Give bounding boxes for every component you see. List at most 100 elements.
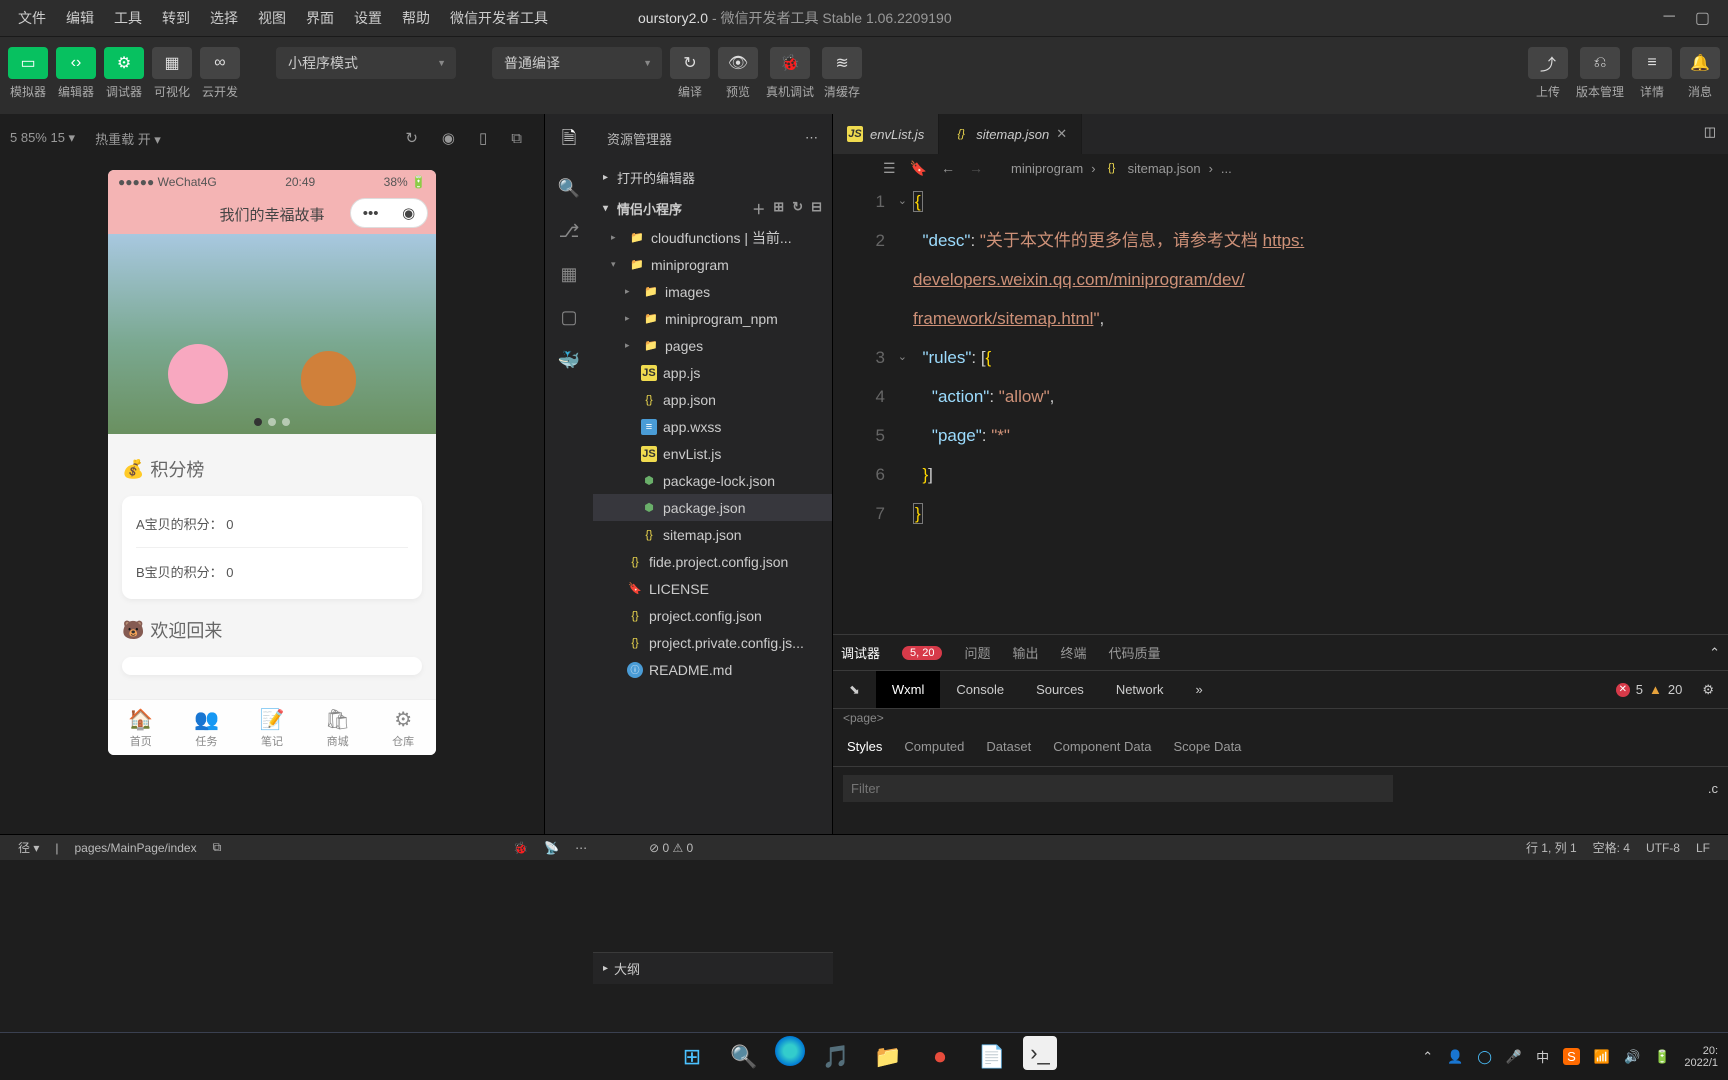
start-button[interactable]: ⊞ — [671, 1036, 713, 1078]
new-file-icon[interactable]: ＋ — [752, 199, 765, 218]
radio-icon[interactable]: 📡 — [544, 841, 559, 855]
tray-sogou[interactable]: S — [1563, 1048, 1580, 1065]
copy-icon[interactable]: ⧉ — [213, 840, 222, 855]
crumb-file[interactable]: sitemap.json — [1128, 161, 1201, 176]
search-icon[interactable]: 🔍 — [558, 178, 580, 199]
tab-envlist[interactable]: JSenvList.js — [833, 114, 939, 154]
version-button[interactable]: ⎌版本管理 — [1576, 47, 1624, 100]
stop-icon[interactable]: ◉ — [442, 129, 455, 147]
tray-cortana[interactable]: ◯ — [1477, 1049, 1492, 1065]
status-path[interactable]: pages/MainPage/index — [74, 841, 196, 855]
compile-button[interactable]: ↻编译 — [670, 47, 710, 100]
menu-wxdevtools[interactable]: 微信开发者工具 — [440, 8, 558, 28]
record-app[interactable]: ⏺ — [919, 1036, 961, 1078]
docker-icon[interactable]: 🐳 — [558, 350, 580, 371]
crumb-more[interactable]: ... — [1221, 161, 1232, 176]
tree-item[interactable]: ▸📁pages — [593, 332, 832, 359]
hot-reload[interactable]: 热重载 开 ▾ — [95, 129, 161, 148]
tray-battery[interactable]: 🔋 — [1654, 1049, 1670, 1065]
tab-home[interactable]: 🏠首页 — [108, 700, 174, 755]
tree-item[interactable]: ▾📁miniprogram — [593, 251, 832, 278]
project-section[interactable]: ▾情侣小程序 ＋⊞↻⊟ — [593, 193, 832, 224]
code-content[interactable]: { "desc": "关于本文件的更多信息，请参考文档 https: devel… — [913, 182, 1728, 634]
open-editors-section[interactable]: ▸打开的编辑器 — [593, 162, 832, 193]
styles-filter[interactable] — [843, 775, 1393, 802]
terminal-app[interactable]: ›_ — [1023, 1036, 1057, 1070]
subtab-network[interactable]: Network — [1100, 671, 1180, 708]
tree-item[interactable]: ▸📁cloudfunctions | 当前... — [593, 224, 832, 251]
search-app[interactable]: 🔍 — [723, 1036, 765, 1078]
clear-cache-button[interactable]: ≋清缓存 — [822, 47, 862, 100]
status-path-pre[interactable]: 径 ▾ — [18, 839, 39, 856]
tree-item[interactable]: ⬢package-lock.json — [593, 467, 832, 494]
banner-image[interactable] — [108, 234, 436, 434]
subtab-sources[interactable]: Sources — [1020, 671, 1100, 708]
collapse-icon[interactable]: ⊟ — [811, 199, 822, 218]
edge-app[interactable] — [775, 1036, 805, 1066]
devtab-terminal[interactable]: 终端 — [1061, 643, 1087, 662]
tree-item[interactable]: {}app.json — [593, 386, 832, 413]
devtab-problems[interactable]: 问题 — [964, 643, 990, 662]
menu-file[interactable]: 文件 — [8, 8, 56, 28]
minimize-icon[interactable]: ─ — [1664, 8, 1675, 28]
menu-view[interactable]: 视图 — [248, 8, 296, 28]
tab-shop[interactable]: 🛍商城 — [305, 700, 371, 755]
tab-sitemap[interactable]: {}sitemap.json✕ — [939, 114, 1082, 154]
tree-item[interactable]: ▸📁miniprogram_npm — [593, 305, 832, 332]
scopedata-tab[interactable]: Scope Data — [1173, 739, 1241, 754]
chevron-up-icon[interactable]: ⌃ — [1709, 645, 1720, 661]
more-icon[interactable]: ⋯ — [575, 841, 587, 855]
extensions-icon[interactable]: ▦ — [560, 264, 577, 285]
tab-notes[interactable]: 📝笔记 — [239, 700, 305, 755]
tray-clock[interactable]: 20:2022/1 — [1684, 1045, 1718, 1069]
tray-wifi[interactable]: 📶 — [1594, 1049, 1610, 1065]
subtab-more[interactable]: » — [1180, 671, 1219, 708]
editor-button[interactable]: ‹›编辑器 — [56, 47, 96, 100]
more-icon[interactable]: ⋯ — [805, 130, 818, 146]
maximize-icon[interactable]: ▢ — [1695, 8, 1710, 28]
status-spaces[interactable]: 空格: 4 — [1593, 839, 1630, 856]
details-button[interactable]: ≡详情 — [1632, 47, 1672, 100]
refresh-tree-icon[interactable]: ↻ — [792, 199, 803, 218]
split-icon[interactable]: ◫ — [1692, 114, 1728, 154]
box-icon[interactable]: ▢ — [560, 307, 577, 328]
menu-help[interactable]: 帮助 — [392, 8, 440, 28]
real-debug-button[interactable]: 🐞真机调试 — [766, 47, 814, 100]
tray-chevron[interactable]: ⌃ — [1422, 1049, 1433, 1065]
computed-tab[interactable]: Computed — [904, 739, 964, 754]
bookmark-icon[interactable]: 🔖 — [910, 160, 927, 177]
tree-item[interactable]: {}fide.project.config.json — [593, 548, 832, 575]
files-app[interactable]: 📁 — [867, 1036, 909, 1078]
compdata-tab[interactable]: Component Data — [1053, 739, 1151, 754]
cls-label[interactable]: .c — [1708, 781, 1718, 796]
devtab-output[interactable]: 输出 — [1013, 643, 1039, 662]
gear-icon[interactable]: ⚙ — [1702, 682, 1714, 698]
list-icon[interactable]: ☰ — [883, 160, 896, 177]
notepad-app[interactable]: 📄 — [971, 1036, 1013, 1078]
tray-ime[interactable]: 中 — [1536, 1047, 1549, 1066]
tree-item[interactable]: ≡app.wxss — [593, 413, 832, 440]
phone-preview[interactable]: ●●●●● WeChat4G 20:49 38% 🔋 我们的幸福故事 •••◉ … — [108, 170, 436, 755]
subtab-console[interactable]: Console — [940, 671, 1020, 708]
zoom-level[interactable]: 5 85% 15 ▾ — [10, 130, 75, 146]
subtab-wxml[interactable]: Wxml — [876, 671, 941, 708]
tab-tasks[interactable]: 👥任务 — [174, 700, 240, 755]
menu-tools[interactable]: 工具 — [104, 8, 152, 28]
new-folder-icon[interactable]: ⊞ — [773, 199, 784, 218]
outline-section[interactable]: ▸大纲 — [593, 952, 833, 984]
debugger-button[interactable]: ⚙调试器 — [104, 47, 144, 100]
simulator-button[interactable]: ▭模拟器 — [8, 47, 48, 100]
refresh-icon[interactable]: ↻ — [405, 129, 418, 147]
tree-item[interactable]: JSapp.js — [593, 359, 832, 386]
tree-item[interactable]: 🔖LICENSE — [593, 575, 832, 602]
code-area[interactable]: 1⌄2 3⌄4567 { "desc": "关于本文件的更多信息，请参考文档 h… — [833, 182, 1728, 634]
dataset-tab[interactable]: Dataset — [986, 739, 1031, 754]
mode-select[interactable]: 小程序模式 — [276, 47, 456, 79]
compile-select[interactable]: 普通编译 — [492, 47, 662, 79]
preview-button[interactable]: 👁预览 — [718, 47, 758, 100]
bug-icon[interactable]: 🐞 — [513, 841, 528, 855]
tray-avatar[interactable]: 👤 — [1447, 1049, 1463, 1065]
visual-button[interactable]: ▦可视化 — [152, 47, 192, 100]
tray-mic[interactable]: 🎤 — [1506, 1049, 1522, 1065]
menu-settings[interactable]: 设置 — [344, 8, 392, 28]
